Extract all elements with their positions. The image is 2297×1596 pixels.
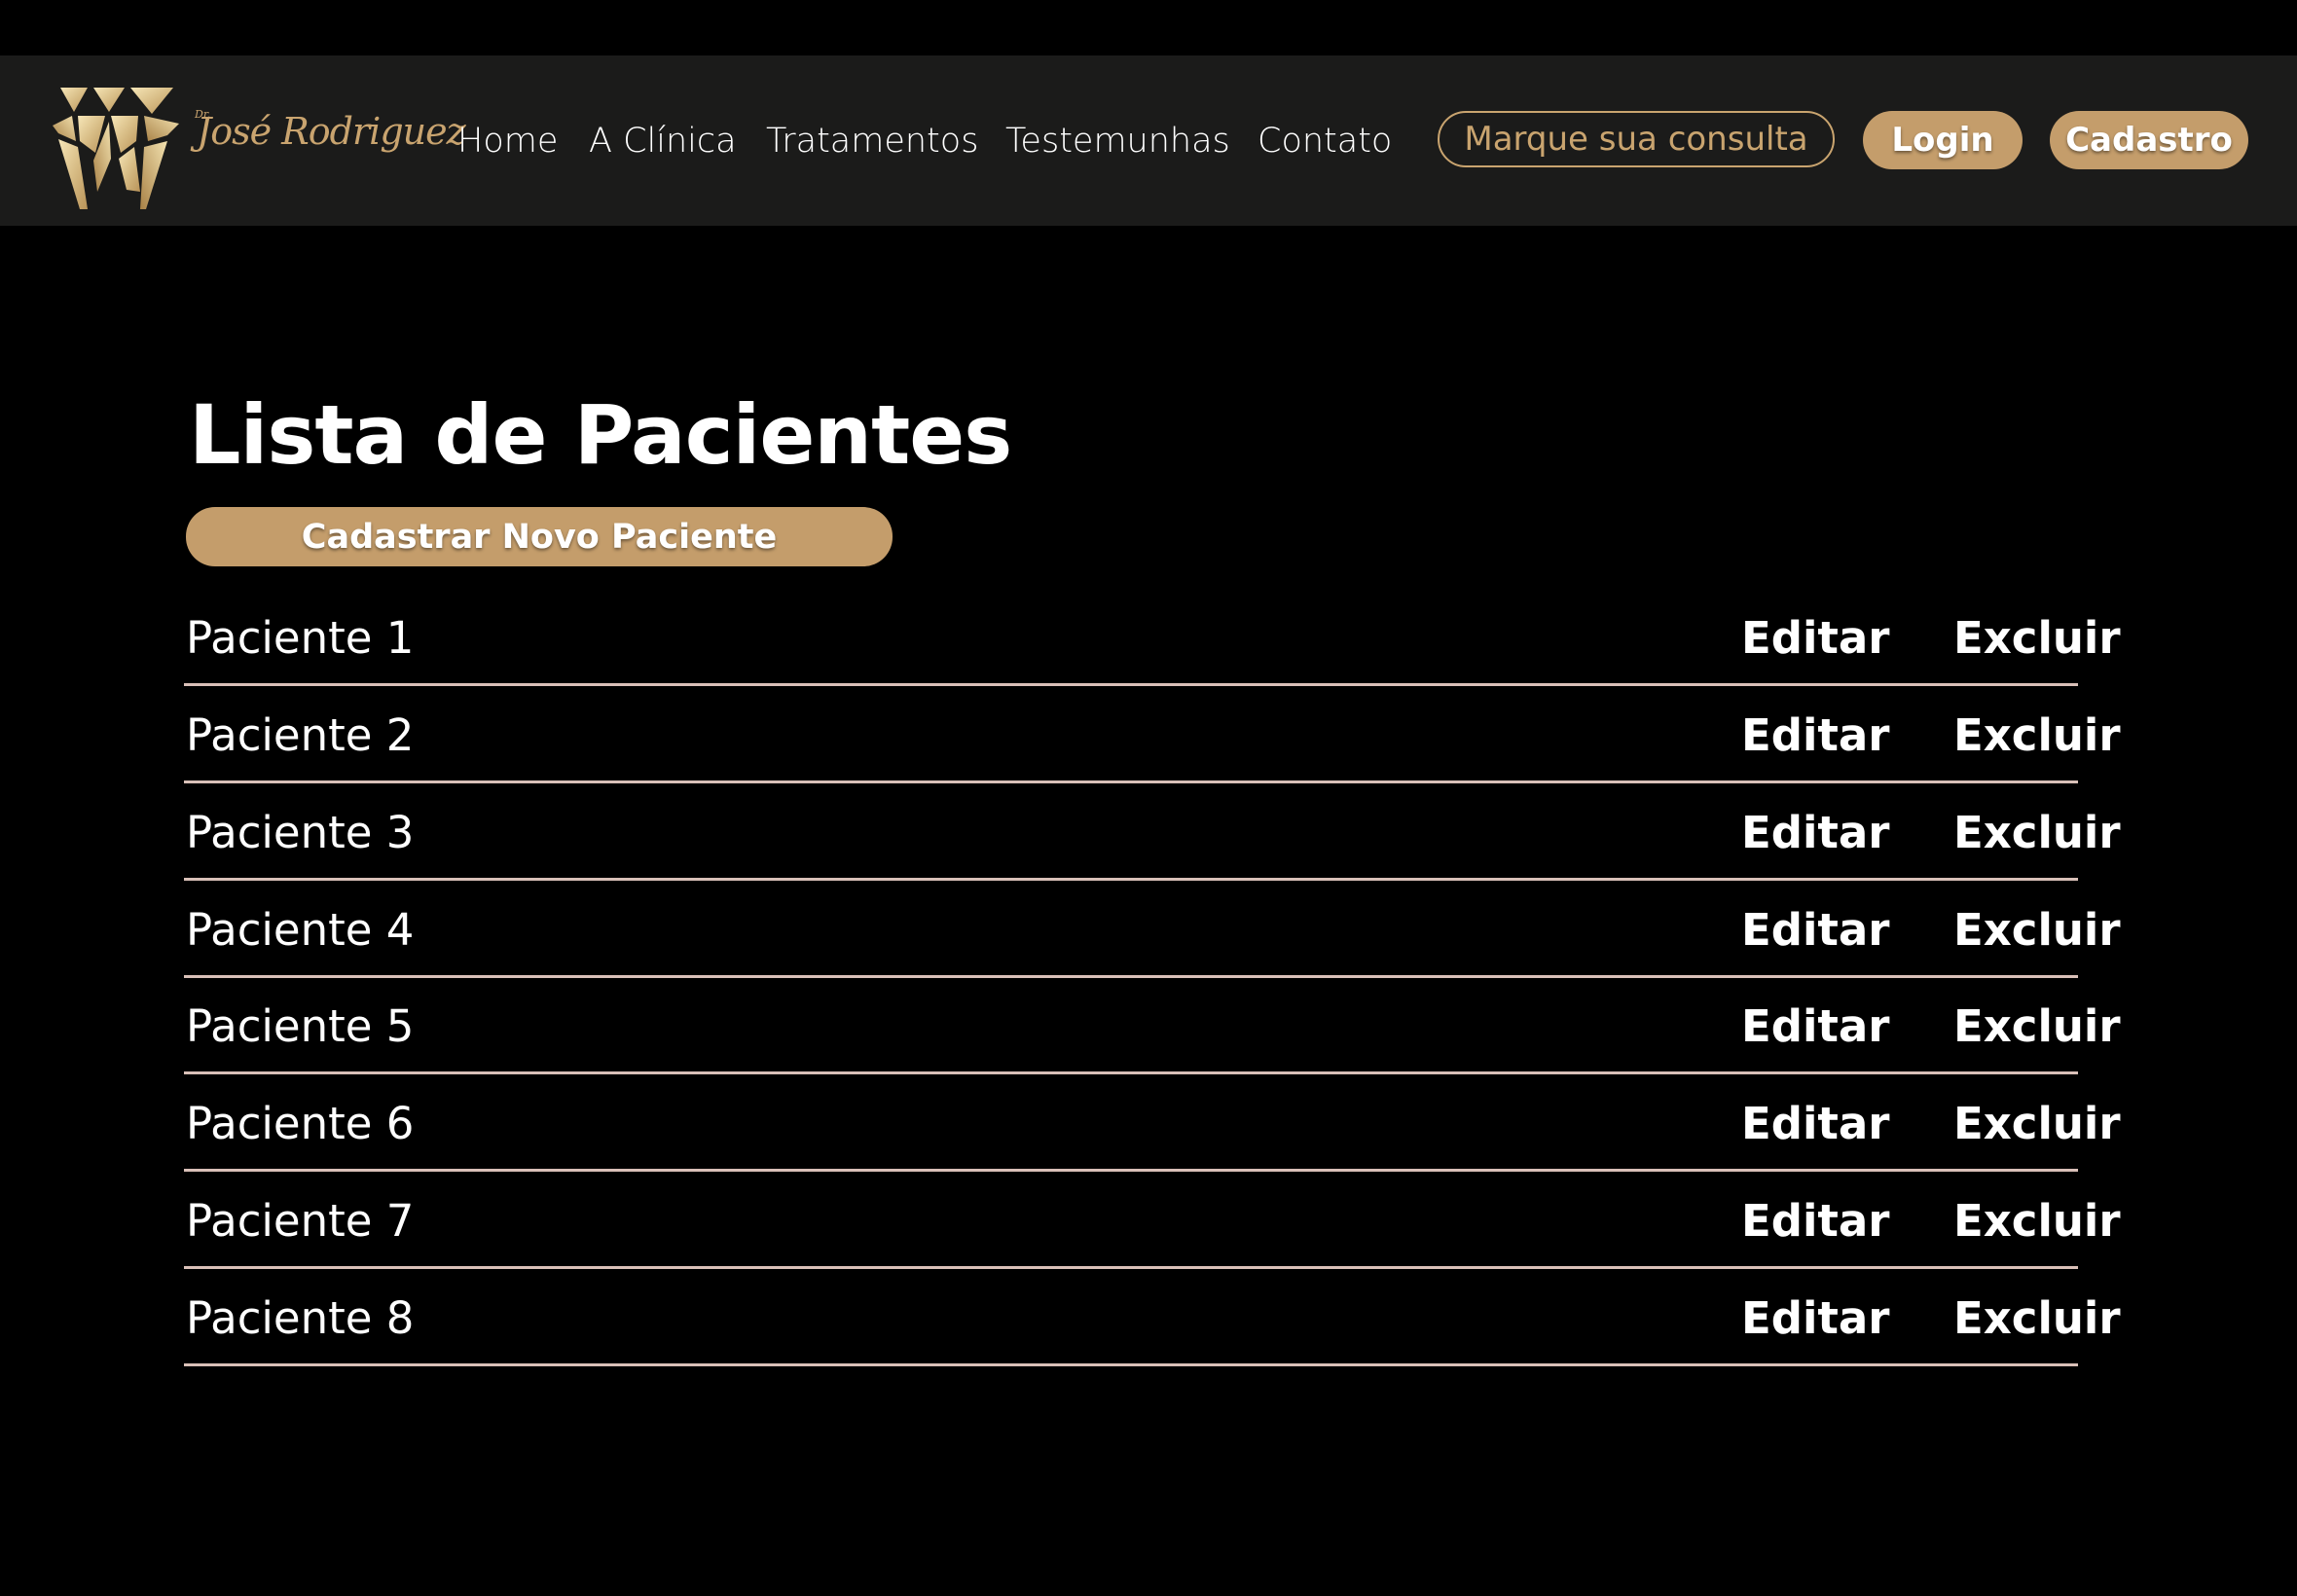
- edit-button[interactable]: Editar: [1741, 1098, 1889, 1149]
- logo-name: José Rodriguez: [197, 110, 466, 153]
- new-patient-button[interactable]: Cadastrar Novo Paciente: [186, 507, 893, 566]
- patient-name: Paciente 6: [186, 1098, 415, 1149]
- edit-button[interactable]: Editar: [1741, 807, 1889, 858]
- nav-link-contato[interactable]: Contato: [1258, 55, 1392, 226]
- delete-button[interactable]: Excluir: [1953, 904, 2121, 956]
- patient-row: Paciente 6 Editar Excluir: [184, 1074, 2121, 1172]
- login-button[interactable]: Login: [1863, 111, 2023, 169]
- delete-button[interactable]: Excluir: [1953, 709, 2121, 761]
- nav-link-tratamentos[interactable]: Tratamentos: [766, 55, 978, 226]
- patient-name: Paciente 5: [186, 1000, 415, 1052]
- patient-row: Paciente 8 Editar Excluir: [184, 1269, 2121, 1366]
- delete-button[interactable]: Excluir: [1953, 1098, 2121, 1149]
- nav-link-home[interactable]: Home: [457, 55, 558, 226]
- delete-button[interactable]: Excluir: [1953, 807, 2121, 858]
- patient-row: Paciente 2 Editar Excluir: [184, 686, 2121, 783]
- edit-button[interactable]: Editar: [1741, 904, 1889, 956]
- patient-name: Paciente 3: [186, 807, 415, 858]
- edit-button[interactable]: Editar: [1741, 709, 1889, 761]
- delete-button[interactable]: Excluir: [1953, 1195, 2121, 1247]
- tooth-logo-icon: [53, 88, 179, 209]
- site-header: Dr. José Rodriguez Home A Clínica Tratam…: [0, 55, 2297, 226]
- patient-row: Paciente 5 Editar Excluir: [184, 977, 2121, 1074]
- edit-button[interactable]: Editar: [1741, 1195, 1889, 1247]
- row-divider: [184, 1363, 2078, 1366]
- patient-name: Paciente 7: [186, 1195, 415, 1247]
- edit-button[interactable]: Editar: [1741, 1292, 1889, 1344]
- delete-button[interactable]: Excluir: [1953, 1000, 2121, 1052]
- book-appointment-button[interactable]: Marque sua consulta: [1438, 111, 1835, 167]
- patient-name: Paciente 4: [186, 904, 415, 956]
- patient-row: Paciente 1 Editar Excluir: [184, 589, 2121, 686]
- page-title: Lista de Pacientes: [189, 387, 1012, 483]
- patient-row: Paciente 4 Editar Excluir: [184, 881, 2121, 978]
- nav-link-testemunhas[interactable]: Testemunhas: [1005, 55, 1230, 226]
- delete-button[interactable]: Excluir: [1953, 1292, 2121, 1344]
- edit-button[interactable]: Editar: [1741, 1000, 1889, 1052]
- logo[interactable]: Dr. José Rodriguez: [51, 85, 466, 211]
- patient-name: Paciente 1: [186, 612, 415, 664]
- delete-button[interactable]: Excluir: [1953, 612, 2121, 664]
- patient-row: Paciente 3 Editar Excluir: [184, 783, 2121, 881]
- nav-link-clinica[interactable]: A Clínica: [589, 55, 737, 226]
- signup-button[interactable]: Cadastro: [2050, 111, 2248, 169]
- edit-button[interactable]: Editar: [1741, 612, 1889, 664]
- patient-name: Paciente 2: [186, 709, 415, 761]
- patient-name: Paciente 8: [186, 1292, 415, 1344]
- patient-row: Paciente 7 Editar Excluir: [184, 1172, 2121, 1269]
